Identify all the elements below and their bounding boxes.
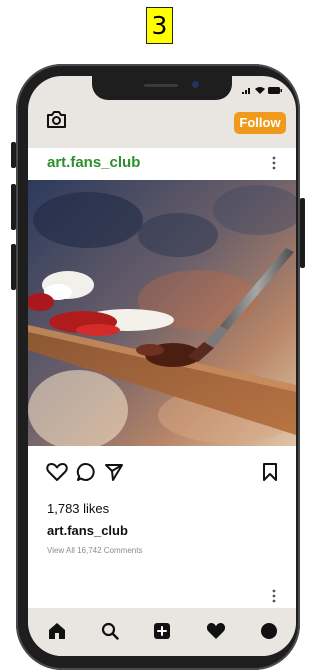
send-icon[interactable] — [104, 462, 124, 482]
step-number-badge: 3 — [146, 7, 173, 44]
top-bar: Follow — [28, 100, 296, 148]
heart-outline-icon[interactable] — [46, 462, 68, 482]
more-vertical-icon[interactable] — [272, 589, 276, 603]
status-bar — [242, 86, 282, 94]
bookmark-icon[interactable] — [262, 462, 278, 482]
front-camera — [192, 81, 199, 88]
activity-heart-icon[interactable] — [206, 622, 226, 640]
home-icon[interactable] — [48, 622, 66, 640]
post-image[interactable] — [28, 180, 296, 446]
add-post-icon[interactable] — [153, 622, 171, 640]
phone-screen: Follow art.fans_club 1,783 likes art.fan… — [28, 76, 296, 656]
search-icon[interactable] — [101, 622, 119, 640]
speaker-grille — [144, 84, 178, 87]
power-button — [300, 198, 305, 268]
profile-icon[interactable] — [260, 622, 278, 640]
comment-bubble-icon[interactable] — [76, 462, 96, 482]
bottom-nav — [28, 608, 296, 656]
view-comments-link[interactable]: View All 16,742 Comments — [47, 546, 142, 555]
caption-username[interactable]: art.fans_club — [47, 523, 128, 538]
post-username[interactable]: art.fans_club — [47, 154, 140, 171]
follow-button[interactable]: Follow — [234, 112, 286, 134]
more-vertical-icon[interactable] — [272, 156, 276, 170]
camera-icon[interactable] — [46, 110, 67, 129]
notch — [92, 76, 232, 100]
wifi-icon — [255, 87, 265, 94]
signal-icon — [242, 87, 250, 94]
likes-count: 1,783 likes — [47, 501, 110, 516]
battery-icon — [268, 86, 282, 94]
